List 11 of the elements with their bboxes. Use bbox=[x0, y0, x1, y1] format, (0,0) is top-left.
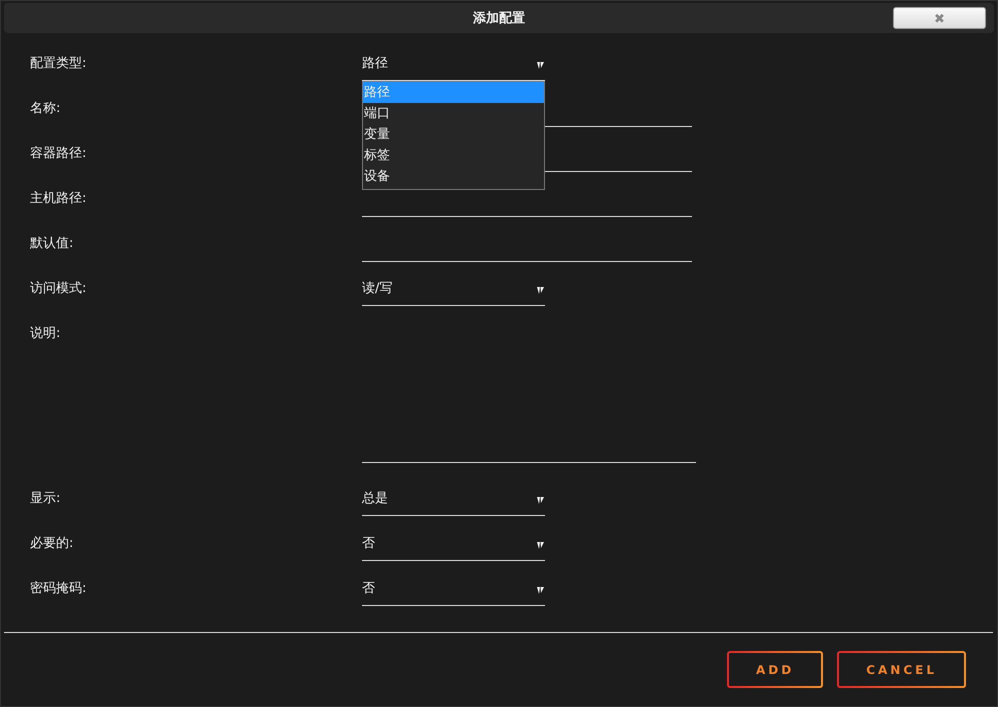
field-label: 配置类型: bbox=[30, 55, 88, 73]
field-label: 必要的: bbox=[30, 535, 74, 553]
field-label: 说明: bbox=[30, 325, 62, 343]
field-label: 默认值: bbox=[30, 235, 74, 253]
field-label: 显示: bbox=[30, 490, 62, 508]
field-label: 容器路径: bbox=[30, 145, 88, 163]
field-label: 名称: bbox=[30, 100, 62, 118]
window-title: 添加配置 bbox=[473, 10, 525, 27]
field-label: 主机路径: bbox=[30, 190, 88, 208]
field-label: 访问模式: bbox=[30, 280, 88, 298]
field-label: 密码掩码: bbox=[30, 580, 88, 598]
